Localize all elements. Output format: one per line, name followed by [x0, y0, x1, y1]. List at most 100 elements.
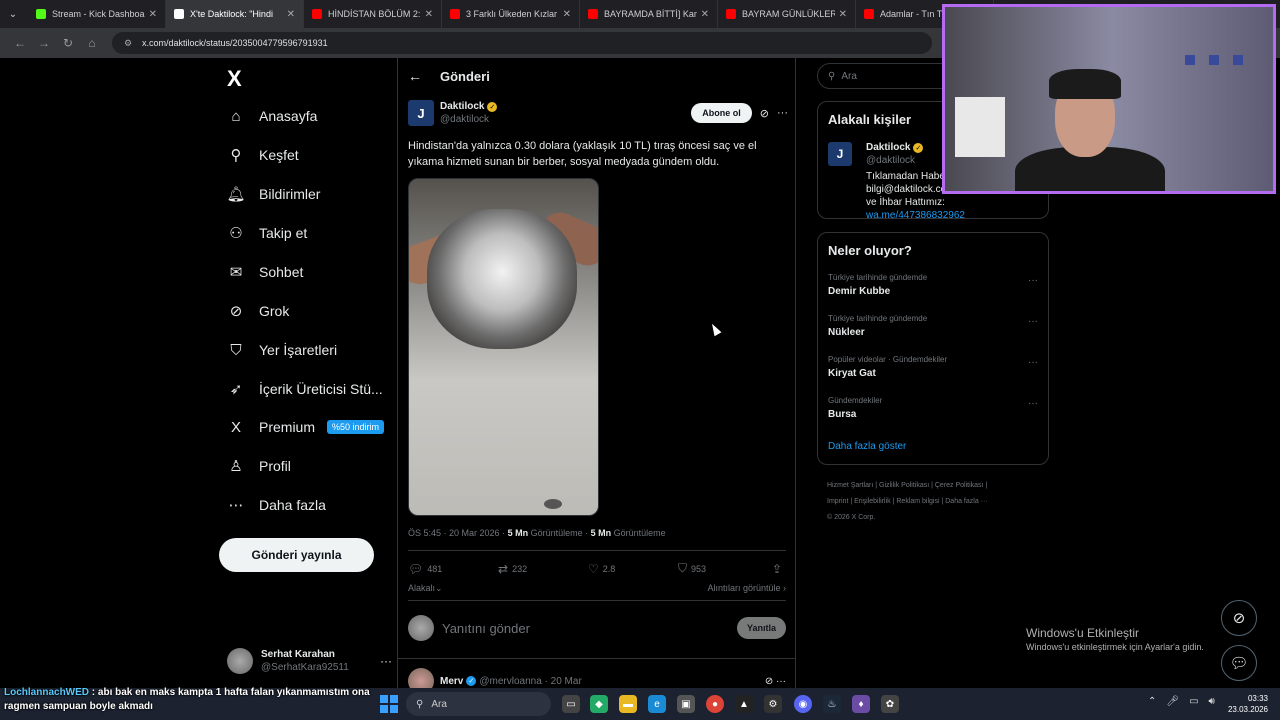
browser-tab[interactable]: X'te Daktilock: "Hindi ✕ — [166, 0, 304, 28]
more-icon[interactable]: ··· — [1028, 398, 1038, 409]
grok-fab-icon[interactable]: ⊘ — [1221, 600, 1257, 636]
person-name[interactable]: Daktilock — [866, 142, 910, 153]
network-icon[interactable]: ▭ — [1189, 696, 1198, 707]
sidebar-item[interactable]: X Premium %50 indirim — [227, 412, 385, 442]
messages-fab-icon[interactable]: 💬︎ — [1221, 645, 1257, 681]
more-icon[interactable]: ··· — [1028, 316, 1038, 327]
trend-item[interactable]: Türkiye tarihinde gündemde Demir Kubbe ··· — [828, 273, 1038, 297]
close-icon[interactable]: ✕ — [425, 9, 433, 20]
bookmark-button[interactable]: ⛉ 953 — [678, 561, 768, 576]
home-icon[interactable]: ⌂ — [80, 36, 104, 50]
chevron-up-icon[interactable]: ⌃ — [1148, 696, 1156, 707]
site-info-icon[interactable]: ⚙ — [124, 38, 134, 48]
post-video[interactable] — [408, 178, 599, 516]
trend-item[interactable]: Türkiye tarihinde gündemde Nükleer ··· — [828, 314, 1038, 338]
footer-line[interactable]: Imprint | Erişilebilirlik | Reklam bilgi… — [827, 494, 1049, 510]
back-icon[interactable]: ← — [8, 36, 32, 50]
more-icon[interactable]: ··· — [1028, 357, 1038, 368]
sidebar-item[interactable]: ✉ Sohbet — [227, 257, 304, 287]
forward-icon[interactable]: → — [32, 36, 56, 50]
left-navigation: X ⌂ Anasayfa ⚲ Keşfet 🔔︎ Bildirimler ⚇ Takip et… — [219, 58, 397, 688]
sidebar-item[interactable]: ♙ Profil — [227, 451, 291, 481]
author-name[interactable]: Daktilock — [440, 101, 484, 112]
system-tray[interactable]: ⌃ 🎤︎ ▭ 🔊︎ — [1148, 696, 1215, 707]
sidebar-item-label: Profil — [259, 458, 291, 474]
more-icon[interactable]: ··· — [1028, 275, 1038, 286]
steam-icon[interactable]: ♨ — [823, 695, 841, 713]
microphone-icon[interactable]: 🎤︎ — [1166, 696, 1179, 707]
speaker-icon[interactable]: 🔊︎ — [1209, 696, 1215, 707]
bio-link[interactable]: wa.me/447386832962 — [866, 210, 965, 221]
reload-icon[interactable]: ↻ — [56, 36, 80, 50]
app-icon[interactable]: ▲ — [735, 695, 753, 713]
repost-button[interactable]: ⇄ 232 — [498, 562, 588, 576]
taskbar-search[interactable]: ⚲ Ara — [406, 692, 551, 716]
browser-tab[interactable]: HİNDİSTAN BÖLÜM 2: VA ✕ — [304, 0, 442, 28]
close-icon[interactable]: ✕ — [149, 9, 157, 20]
widgets-icon[interactable]: ◆ — [590, 695, 608, 713]
view-quotes-link[interactable]: Alıntıları görüntüle › — [707, 583, 786, 594]
reply-actions[interactable]: ⊘ ··· — [765, 676, 786, 687]
footer-line[interactable]: Hizmet Şartları | Gizlilik Politikası | … — [827, 478, 1049, 494]
sidebar-item[interactable]: ⌂ Anasayfa — [227, 101, 317, 131]
x-premium-icon: X — [230, 418, 241, 436]
reply-item[interactable]: Merv ✓ @mervloanna · 20 Mar ⊘ ··· — [408, 668, 786, 688]
app-icon[interactable]: ✿ — [881, 695, 899, 713]
file-explorer-icon[interactable]: ▬ — [619, 695, 637, 713]
reply-submit-button[interactable]: Yanıtla — [736, 617, 786, 639]
grok-icon[interactable]: ⊘ — [760, 107, 769, 120]
footer-links[interactable]: Hizmet Şartları | Gizlilik Politikası | … — [827, 478, 1049, 526]
system-clock[interactable]: 03:33 23.03.2026 — [1226, 693, 1268, 715]
sidebar-item[interactable]: ⚇ Takip et — [227, 218, 307, 248]
reply-input[interactable]: Yanıtını gönder — [442, 621, 530, 636]
x-logo-icon[interactable]: X — [227, 66, 242, 92]
reply-button[interactable]: 💬︎ 481 — [408, 562, 498, 576]
sidebar-item[interactable]: 🔔︎ Bildirimler — [226, 179, 320, 209]
store-icon[interactable]: ▣ — [677, 695, 695, 713]
sidebar-item-label: İçerik Üreticisi Stü... — [259, 381, 383, 397]
author-avatar[interactable]: J — [408, 100, 434, 126]
url-field[interactable]: ⚙ x.com/daktilock/status/203500477959679… — [112, 32, 932, 54]
verified-badge-icon: ✓ — [487, 101, 498, 112]
avatar — [408, 668, 434, 688]
more-icon[interactable]: ··· — [380, 654, 392, 668]
settings-icon[interactable]: ⚙ — [764, 695, 782, 713]
back-arrow-icon[interactable]: ← — [408, 68, 422, 84]
edge-icon[interactable]: e — [648, 695, 666, 713]
subscribe-button[interactable]: Abone ol — [691, 103, 752, 123]
author-handle[interactable]: @daktilock — [440, 114, 497, 125]
reply-count: 481 — [427, 563, 443, 574]
browser-tab[interactable]: BAYRAMDA BİTTİ] Kanser ✕ — [580, 0, 718, 28]
account-switcher[interactable]: Serhat Karahan @SerhatKara92511 ··· — [227, 643, 392, 679]
discord-icon[interactable]: ◉ — [794, 695, 812, 713]
like-button[interactable]: ♡ 2.8 — [588, 562, 678, 576]
more-icon[interactable]: ··· — [777, 107, 788, 119]
chrome-icon[interactable]: ● — [706, 695, 724, 713]
search-placeholder: Ara — [841, 70, 857, 82]
show-more-link[interactable]: Daha fazla göster — [828, 441, 906, 452]
sidebar-item[interactable]: ⊘ Grok — [227, 296, 290, 326]
task-view-icon[interactable]: ▭ — [562, 695, 580, 713]
trend-item[interactable]: Gündemdekiler Bursa ··· — [828, 396, 1038, 420]
tab-search-icon[interactable]: ⌄ — [4, 5, 22, 23]
sidebar-item[interactable]: ➶ İçerik Üreticisi Stü... — [227, 374, 383, 404]
sidebar-item-label: Grok — [259, 303, 290, 319]
trend-item[interactable]: Popüler videolar · Gündemdekiler Kiryat G… — [828, 355, 1038, 379]
share-button[interactable]: ⇪ — [772, 562, 786, 576]
post-time[interactable]: ÖS 5:45 · 20 Mar 2026 · — [408, 528, 508, 538]
close-icon[interactable]: ✕ — [563, 9, 571, 20]
post-button[interactable]: Gönderi yayınla — [219, 538, 374, 572]
video-frame-foam — [427, 209, 577, 349]
close-icon[interactable]: ✕ — [839, 9, 847, 20]
reply-author[interactable]: Merv — [440, 676, 463, 687]
sidebar-item[interactable]: ⚲ Keşfet — [227, 140, 299, 170]
browser-tab[interactable]: BAYRAM GÜNLÜKLERİ 🔵 ✕ — [718, 0, 856, 28]
sidebar-item[interactable]: ⛉ Yer İşaretleri — [227, 335, 337, 365]
browser-tab[interactable]: 3 Farklı Ülkeden Kızlar Arı ✕ — [442, 0, 580, 28]
related-dropdown[interactable]: Alakalı⌄ — [408, 583, 443, 594]
browser-tab[interactable]: Stream - Kick Dashboard ✕ — [28, 0, 166, 28]
app-icon[interactable]: ♦ — [852, 695, 870, 713]
sidebar-item[interactable]: ⋯ Daha fazla — [227, 490, 326, 520]
close-icon[interactable]: ✕ — [287, 9, 295, 20]
close-icon[interactable]: ✕ — [701, 9, 709, 20]
